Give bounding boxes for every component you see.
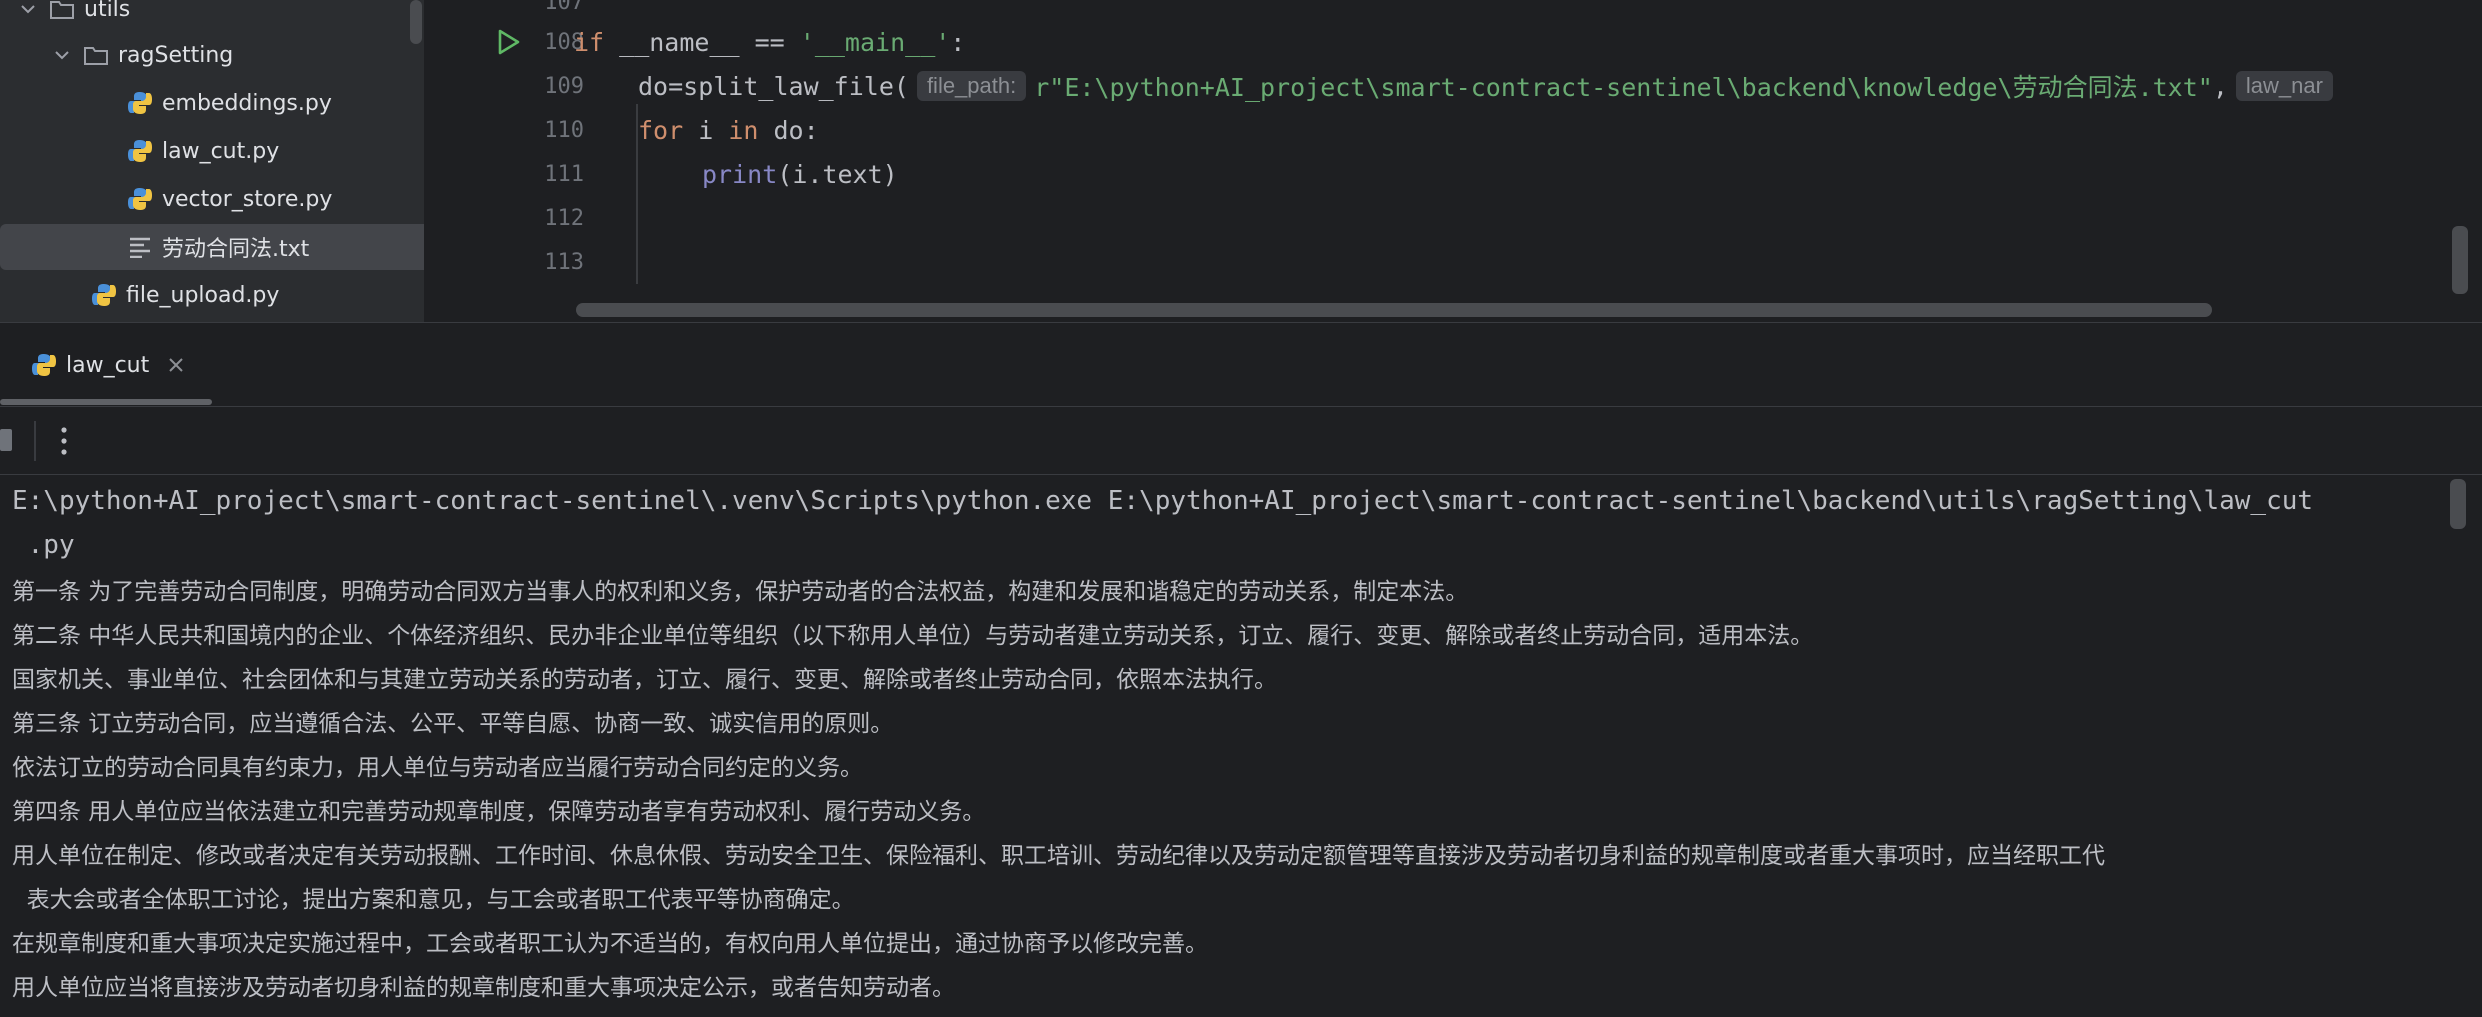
param-hint-law-name: law_nar	[2235, 71, 2333, 101]
console-line: 第一条 为了完善劳动合同制度，明确劳动合同双方当事人的权利和义务，保护劳动者的合…	[12, 579, 1469, 605]
python-file-icon	[126, 185, 154, 213]
text-file-icon	[126, 233, 154, 261]
editor-horizontal-scrollbar[interactable]	[576, 303, 2212, 317]
console-line: 用人单位应当将直接涉及劳动者切身利益的规章制度和重大事项决定公示，或者告知劳动者…	[12, 975, 955, 1001]
console-line: 第四条 用人单位应当依法建立和完善劳动规章制度，保障劳动者享有劳动权利、履行劳动…	[12, 799, 986, 825]
code-line-111[interactable]: print (i.text)	[702, 152, 898, 196]
tree-item-embeddings[interactable]: embeddings.py	[0, 80, 424, 126]
console-line: 表大会或者全体职工讨论，提出方案和意见，与工会或者职工代表平等协商确定。	[12, 887, 855, 913]
tree-item-label: vector_store.py	[162, 186, 333, 212]
tree-item-label: embeddings.py	[162, 90, 332, 116]
code-line-110[interactable]: for i in do:	[638, 108, 819, 152]
folder-icon	[82, 41, 110, 69]
line-number: 112	[544, 205, 584, 231]
project-tree: utils ragSetting embeddings.py law_cut.p…	[0, 0, 424, 322]
python-file-icon	[126, 137, 154, 165]
tree-item-label: law_cut.py	[162, 138, 280, 164]
tree-item-label: 劳动合同法.txt	[162, 237, 310, 262]
python-file-icon	[126, 89, 154, 117]
tree-item-law-cut[interactable]: law_cut.py	[0, 128, 424, 174]
tree-item-file-upload[interactable]: file_upload.py	[0, 272, 424, 318]
run-gutter-icon[interactable]	[496, 28, 522, 60]
param-hint-file-path: file_path:	[916, 71, 1027, 101]
tree-item-labor-law-txt[interactable]: 劳动合同法.txt	[0, 224, 424, 270]
console-output[interactable]: E:\python+AI_project\smart-contract-sent…	[0, 474, 2482, 1017]
console-vertical-scrollbar[interactable]	[2450, 479, 2466, 529]
line-number: 110	[544, 117, 584, 143]
tree-item-ragsetting[interactable]: ragSetting	[0, 32, 424, 78]
active-tab-indicator	[0, 399, 212, 405]
console-line: 在规章制度和重大事项决定实施过程中，工会或者职工认为不适当的，有权向用人单位提出…	[12, 931, 1208, 957]
console-line: 第二条 中华人民共和国境内的企业、个体经济组织、民办非企业单位等组织（以下称用人…	[12, 623, 1814, 649]
chevron-down-icon[interactable]	[16, 0, 40, 21]
line-number: 113	[544, 249, 584, 275]
more-options-icon[interactable]	[58, 425, 70, 457]
run-toolbar	[0, 406, 2482, 475]
console-line: 国家机关、事业单位、社会团体和与其建立劳动关系的劳动者，订立、履行、变更、解除或…	[12, 667, 1277, 693]
console-line: E:\python+AI_project\smart-contract-sent…	[12, 486, 2314, 516]
code-editor[interactable]: 107 108 109 110 111 112 113 if __name__ …	[424, 0, 2482, 322]
toolbar-divider	[34, 421, 36, 461]
code-line-108[interactable]: if __name__ == '__main__':	[574, 20, 965, 64]
tree-item-label: file_upload.py	[126, 282, 280, 308]
run-tab-law-cut[interactable]: law_cut	[30, 343, 185, 387]
close-icon[interactable]	[167, 356, 185, 374]
editor-vertical-scrollbar[interactable]	[2452, 226, 2468, 294]
stop-icon[interactable]	[0, 429, 12, 451]
python-file-icon	[90, 281, 118, 309]
folder-icon	[48, 0, 76, 23]
chevron-down-icon[interactable]	[50, 43, 74, 67]
run-panel-header: law_cut	[0, 322, 2482, 407]
tree-item-label: utils	[84, 0, 131, 22]
run-tab-label: law_cut	[66, 352, 150, 378]
console-line: 第三条 订立劳动合同，应当遵循合法、公平、平等自愿、协商一致、诚实信用的原则。	[12, 711, 894, 737]
line-number: 109	[544, 73, 584, 99]
tree-item-vector-store[interactable]: vector_store.py	[0, 176, 424, 222]
line-number: 111	[544, 161, 584, 187]
tree-scrollbar[interactable]	[410, 0, 422, 44]
tree-item-label: ragSetting	[118, 42, 234, 68]
console-line: 依法订立的劳动合同具有约束力，用人单位与劳动者应当履行劳动合同约定的义务。	[12, 755, 863, 781]
console-line: .py	[12, 530, 75, 560]
code-line-109[interactable]: do=split_law_file(file_path: r"E:\python+…	[638, 64, 2341, 108]
tree-item-utils[interactable]: utils	[0, 0, 416, 32]
python-file-icon	[30, 351, 58, 379]
console-line: 用人单位在制定、修改或者决定有关劳动报酬、工作时间、休息休假、劳动安全卫生、保险…	[12, 843, 2105, 869]
